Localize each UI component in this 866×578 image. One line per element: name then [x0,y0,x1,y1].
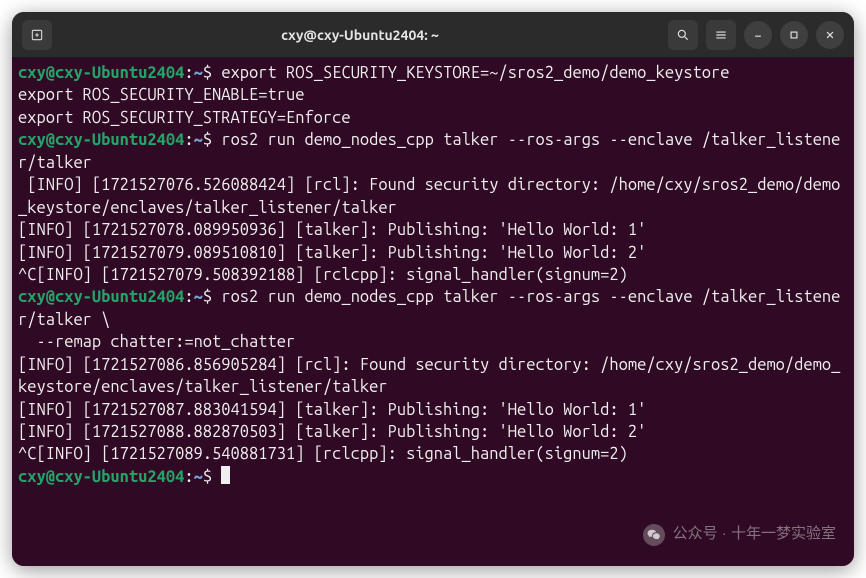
output-line: [INFO] [1721527079.089510810] [talker]: … [18,244,646,262]
prompt-path: ~ [194,64,203,82]
new-tab-button[interactable] [22,20,52,50]
command-3b: --remap chatter:=not_chatter [18,333,295,351]
output-line: export ROS_SECURITY_ENABLE=true [18,86,304,104]
close-button[interactable] [816,21,844,49]
watermark-text: 十年一梦实验室 [731,525,836,542]
terminal-window: cxy@cxy-Ubuntu2404: ~ cxy@cxy-Ubuntu2404… [12,12,854,566]
prompt-sigil: $ [203,64,212,82]
prompt-user: cxy@cxy-Ubuntu2404 [18,468,184,486]
watermark-prefix: 公众号 · [673,525,731,542]
output-line: export ROS_SECURITY_STRATEGY=Enforce [18,109,351,127]
prompt-user: cxy@cxy-Ubuntu2404 [18,64,184,82]
prompt-path: ~ [194,468,203,486]
search-button[interactable] [668,20,698,50]
window-title: cxy@cxy-Ubuntu2404: ~ [60,27,660,43]
menu-button[interactable] [706,20,736,50]
command-1: export ROS_SECURITY_KEYSTORE=~/sros2_dem… [221,64,729,82]
maximize-button[interactable] [780,21,808,49]
minimize-button[interactable] [744,21,772,49]
prompt-path: ~ [194,288,203,306]
prompt-path: ~ [194,131,203,149]
titlebar: cxy@cxy-Ubuntu2404: ~ [12,12,854,58]
prompt-colon: : [184,468,193,486]
output-line: [INFO] [1721527086.856905284] [rcl]: Fou… [18,356,840,396]
output-line: [INFO] [1721527076.526088424] [rcl]: Fou… [18,176,840,216]
close-icon [823,28,837,42]
maximize-icon [787,28,801,42]
prompt-colon: : [184,131,193,149]
search-icon [676,28,690,42]
watermark: 公众号 · 十年一梦实验室 [643,524,836,546]
terminal-body[interactable]: cxy@cxy-Ubuntu2404:~$ export ROS_SECURIT… [12,58,854,566]
minimize-icon [751,28,765,42]
cursor [221,466,230,484]
output-line: [INFO] [1721527087.883041594] [talker]: … [18,401,646,419]
hamburger-icon [714,28,728,42]
new-tab-icon [30,28,44,42]
wechat-icon [643,524,665,546]
output-line: ^C[INFO] [1721527079.508392188] [rclcpp]… [18,266,628,284]
prompt-colon: : [184,288,193,306]
prompt-colon: : [184,64,193,82]
output-line: [INFO] [1721527078.089950936] [talker]: … [18,221,646,239]
prompt-sigil: $ [203,131,212,149]
prompt-user: cxy@cxy-Ubuntu2404 [18,288,184,306]
prompt-sigil: $ [203,468,212,486]
output-line: [INFO] [1721527088.882870503] [talker]: … [18,423,646,441]
prompt-user: cxy@cxy-Ubuntu2404 [18,131,184,149]
prompt-sigil: $ [203,288,212,306]
output-line: ^C[INFO] [1721527089.540881731] [rclcpp]… [18,445,628,463]
